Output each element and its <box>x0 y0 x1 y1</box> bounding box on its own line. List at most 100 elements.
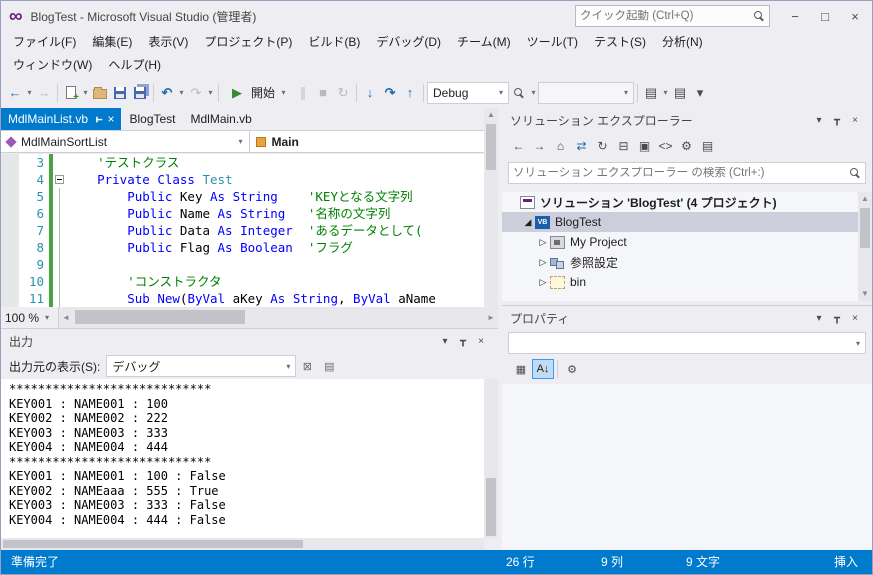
toolbar-options-button[interactable]: ▾ <box>690 82 710 104</box>
menu-item[interactable]: チーム(M) <box>449 31 519 54</box>
editor-tab[interactable]: BlogTest <box>122 108 182 130</box>
new-file-button[interactable] <box>61 82 81 104</box>
se-sync-button[interactable]: ⇄ <box>571 136 592 156</box>
member-dropdown[interactable]: Main ▾ <box>250 131 498 152</box>
outlining-margin[interactable] <box>53 154 67 171</box>
open-file-button[interactable] <box>90 82 110 104</box>
breakpoint-margin[interactable] <box>1 273 19 290</box>
collapsed-arrow-icon[interactable]: ▷ <box>536 237 550 248</box>
breakpoint-margin[interactable] <box>1 171 19 188</box>
breakpoint-margin[interactable] <box>1 188 19 205</box>
outlining-margin[interactable] <box>53 239 67 256</box>
collapse-box-icon[interactable] <box>55 175 64 184</box>
start-debug-dropdown-icon[interactable]: ▾ <box>279 88 288 97</box>
save-all-button[interactable] <box>130 82 150 104</box>
find-combo[interactable]: ▾ <box>538 81 635 104</box>
code-line[interactable]: 4 Private Class Test <box>1 171 498 188</box>
find-in-files-button[interactable]: ▤ <box>641 82 661 104</box>
tree-scrollbar-thumb[interactable] <box>860 208 870 248</box>
save-button[interactable] <box>110 82 130 104</box>
output-scrollbar-thumb[interactable] <box>486 478 496 536</box>
navigate-back-button[interactable]: ← <box>5 82 25 104</box>
minimize-button[interactable]: − <box>780 4 810 28</box>
clear-output-button[interactable]: ⊠ <box>296 360 318 373</box>
code-line[interactable]: 10 'コンストラクタ <box>1 273 498 290</box>
solution-search-box[interactable] <box>508 162 866 184</box>
outlining-margin[interactable] <box>53 290 67 307</box>
find-in-files-dropdown-icon[interactable]: ▾ <box>661 88 670 97</box>
menu-item[interactable]: ヘルプ(H) <box>100 54 169 77</box>
se-back-button[interactable]: ← <box>508 136 529 156</box>
tree-item[interactable]: ▷ My Project <box>502 232 858 252</box>
code-line[interactable]: 3 'テストクラス <box>1 154 498 171</box>
outlining-margin[interactable] <box>53 256 67 273</box>
tree-item[interactable]: ソリューション 'BlogTest' (4 プロジェクト) <box>502 192 858 212</box>
redo-button[interactable]: ↷ <box>186 82 206 104</box>
navigate-back-dropdown-icon[interactable]: ▾ <box>25 88 34 97</box>
output-hscrollbar-thumb[interactable] <box>3 540 303 548</box>
breakpoint-margin[interactable] <box>1 239 19 256</box>
outlining-margin[interactable] <box>53 205 67 222</box>
menu-item[interactable]: ビルド(B) <box>300 31 368 54</box>
code-line[interactable]: 9 <box>1 256 498 273</box>
pause-button[interactable]: ∥ <box>293 82 313 104</box>
breakpoint-margin[interactable] <box>1 256 19 273</box>
start-debug-button[interactable]: ▶ 開始 ▾ <box>222 82 293 104</box>
menu-item[interactable]: 編集(E) <box>84 31 140 54</box>
stop-button[interactable]: ■ <box>313 82 333 104</box>
code-line[interactable]: 6 Public Name As String '名称の文字列 <box>1 205 498 222</box>
code-editor[interactable]: 3 'テストクラス 4 Private Class Test 5 Public Ke… <box>1 154 498 307</box>
outlining-margin[interactable] <box>53 171 67 188</box>
navigate-forward-button[interactable]: → <box>34 82 54 104</box>
editor-tab[interactable]: MdlMain.vb <box>184 108 259 130</box>
menu-item[interactable]: ファイル(F) <box>5 31 84 54</box>
categorized-button[interactable]: ▦ <box>510 359 532 379</box>
toggle-wrap-button[interactable]: ▤ <box>318 360 340 373</box>
code-line[interactable]: 5 Public Key As String 'KEYとなる文字列 <box>1 188 498 205</box>
solution-search-input[interactable] <box>513 167 849 179</box>
se-preview-button[interactable]: ▤ <box>697 136 718 156</box>
se-code-view-button[interactable]: <> <box>655 136 676 156</box>
alphabetical-button[interactable]: A↓ <box>532 359 554 379</box>
output-pin-icon[interactable]: ┳ <box>454 336 472 347</box>
tree-item[interactable]: ▷ bin <box>502 272 858 292</box>
quick-launch-box[interactable] <box>575 5 770 27</box>
outlining-margin[interactable] <box>53 222 67 239</box>
solution-explorer-close-icon[interactable]: × <box>846 115 864 126</box>
output-text-area[interactable]: **************************** KEY001 : NA… <box>1 379 484 538</box>
properties-position-icon[interactable]: ▾ <box>810 313 828 324</box>
close-button[interactable]: × <box>840 4 870 28</box>
maximize-button[interactable]: □ <box>810 4 840 28</box>
undo-button[interactable]: ↶ <box>157 82 177 104</box>
se-show-all-files-button[interactable]: ▣ <box>634 136 655 156</box>
solution-explorer-pin-icon[interactable]: ┳ <box>828 115 846 126</box>
type-dropdown[interactable]: MdlMainSortList ▾ <box>1 131 250 152</box>
solution-config-dropdown[interactable]: Debug ▾ <box>427 81 510 104</box>
hscrollbar-thumb[interactable] <box>75 310 245 324</box>
output-horizontal-scrollbar[interactable] <box>1 538 484 550</box>
code-line[interactable]: 8 Public Flag As Boolean 'フラグ <box>1 239 498 256</box>
breakpoint-margin[interactable] <box>1 222 19 239</box>
menu-item[interactable]: ウィンドウ(W) <box>5 54 100 77</box>
new-file-dropdown-icon[interactable]: ▾ <box>81 88 90 97</box>
se-collapse-all-button[interactable]: ⊟ <box>613 136 634 156</box>
menu-item[interactable]: 分析(N) <box>654 31 711 54</box>
properties-close-icon[interactable]: × <box>846 313 864 324</box>
tree-item[interactable]: ◢ VB BlogTest <box>502 212 858 232</box>
code-line[interactable]: 11 Sub New(ByVal aKey As String, ByVal a… <box>1 290 498 307</box>
output-vertical-scrollbar[interactable] <box>484 379 498 538</box>
outline-button[interactable]: ▤ <box>670 82 690 104</box>
step-out-button[interactable]: ↑ <box>400 82 420 104</box>
collapsed-arrow-icon[interactable]: ▷ <box>536 277 550 288</box>
expanded-arrow-icon[interactable]: ◢ <box>521 217 535 228</box>
outlining-margin[interactable] <box>53 188 67 205</box>
se-properties-button[interactable]: ⚙ <box>676 136 697 156</box>
tree-vertical-scrollbar[interactable]: ▲ ▼ <box>858 192 872 301</box>
editor-horizontal-scrollbar[interactable]: ◄ ► <box>59 307 498 328</box>
quick-launch-input[interactable] <box>580 10 753 22</box>
tab-close-icon[interactable]: × <box>107 112 114 126</box>
se-refresh-button[interactable]: ↻ <box>592 136 613 156</box>
code-line[interactable]: 7 Public Data As Integer 'あるデータとして( <box>1 222 498 239</box>
tree-item[interactable]: ▷ 参照設定 <box>502 252 858 272</box>
tree-scroll-down-icon[interactable]: ▼ <box>858 287 872 301</box>
